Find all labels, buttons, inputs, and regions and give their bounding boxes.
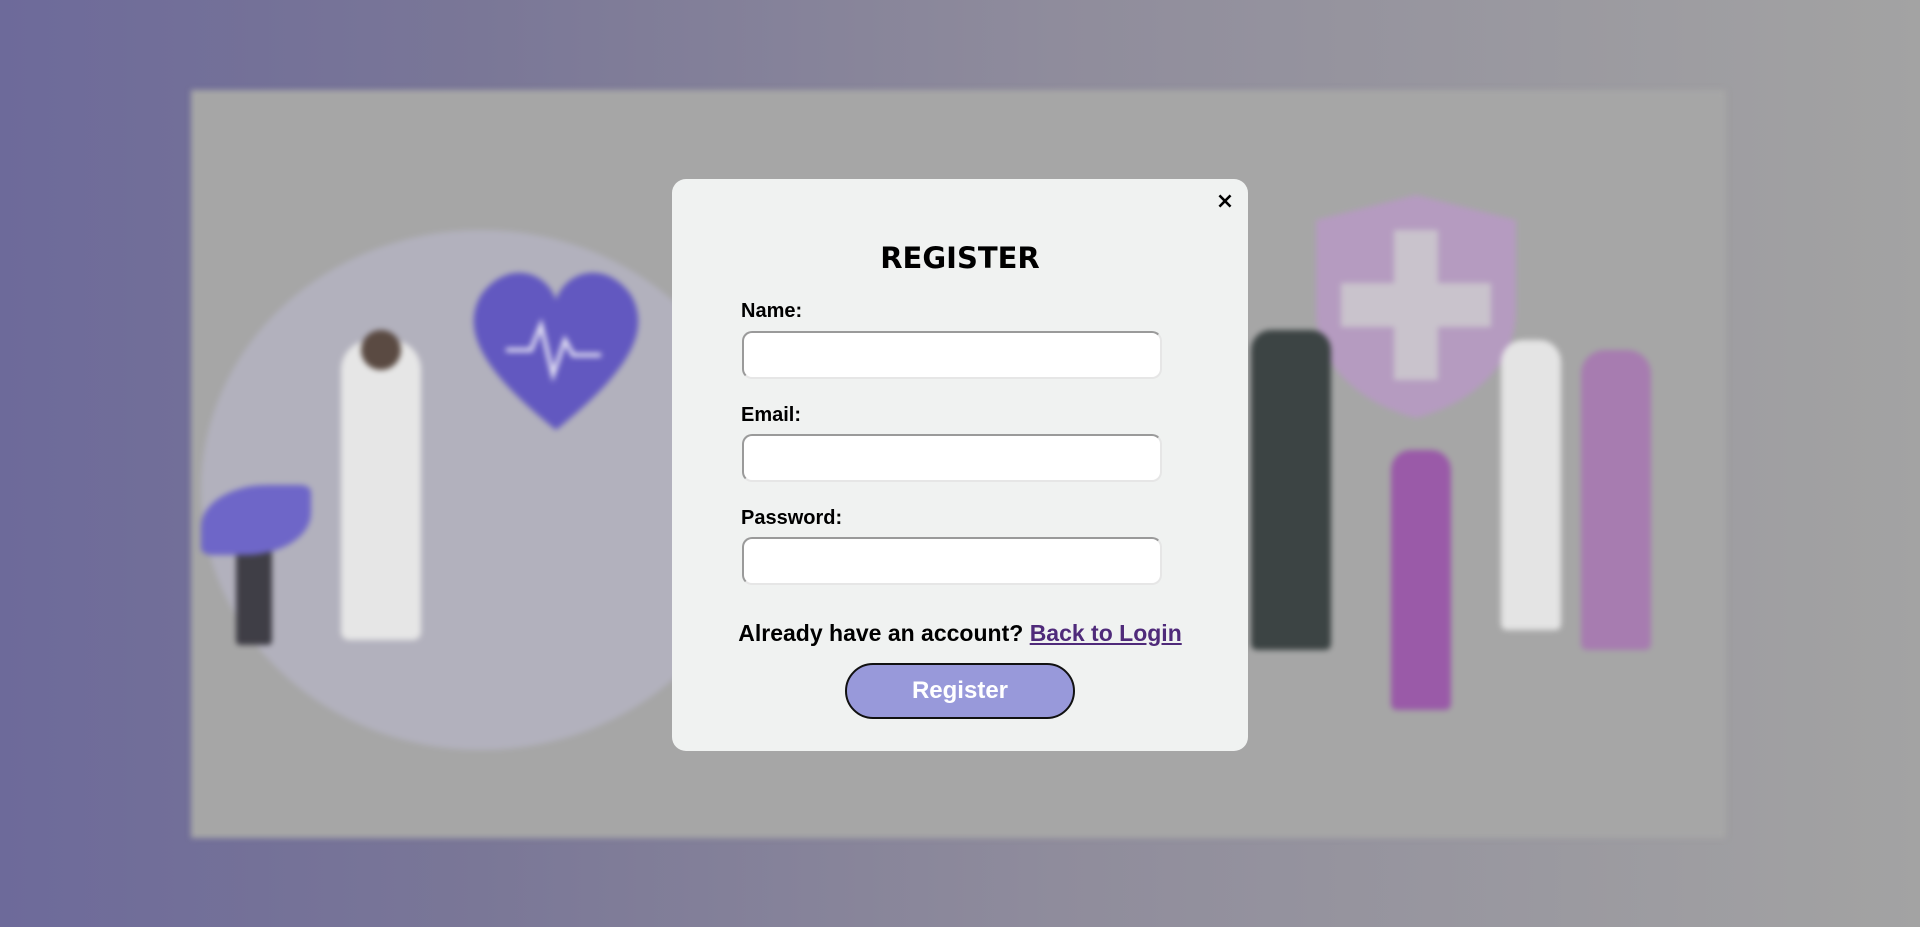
- back-to-login-link[interactable]: Back to Login: [1030, 620, 1182, 646]
- login-prompt-text: Already have an account?: [738, 620, 1024, 646]
- modal-title: REGISTER: [880, 241, 1040, 275]
- login-prompt: Already have an account? Back to Login: [672, 620, 1248, 647]
- password-input[interactable]: [742, 537, 1162, 585]
- patients-group-figure: [1251, 330, 1331, 650]
- doctor-figure: [341, 340, 421, 640]
- password-label: Password:: [741, 507, 843, 529]
- medical-cross-shield-icon: [1316, 195, 1516, 418]
- email-input[interactable]: [742, 434, 1162, 482]
- register-button[interactable]: Register: [845, 663, 1075, 719]
- doctor-head: [361, 330, 401, 370]
- name-input[interactable]: [742, 331, 1162, 379]
- email-label: Email:: [741, 404, 802, 426]
- patient-child-figure: [1391, 450, 1451, 710]
- close-icon[interactable]: ×: [1212, 189, 1238, 215]
- name-label: Name:: [741, 300, 803, 322]
- heart-pulse-icon: [473, 272, 639, 430]
- plant-figure: [236, 545, 272, 645]
- patient-woman-figure: [1581, 350, 1651, 650]
- register-modal: × REGISTER Name: Email: Password: Alread…: [672, 179, 1248, 751]
- patient-man-figure: [1501, 340, 1561, 630]
